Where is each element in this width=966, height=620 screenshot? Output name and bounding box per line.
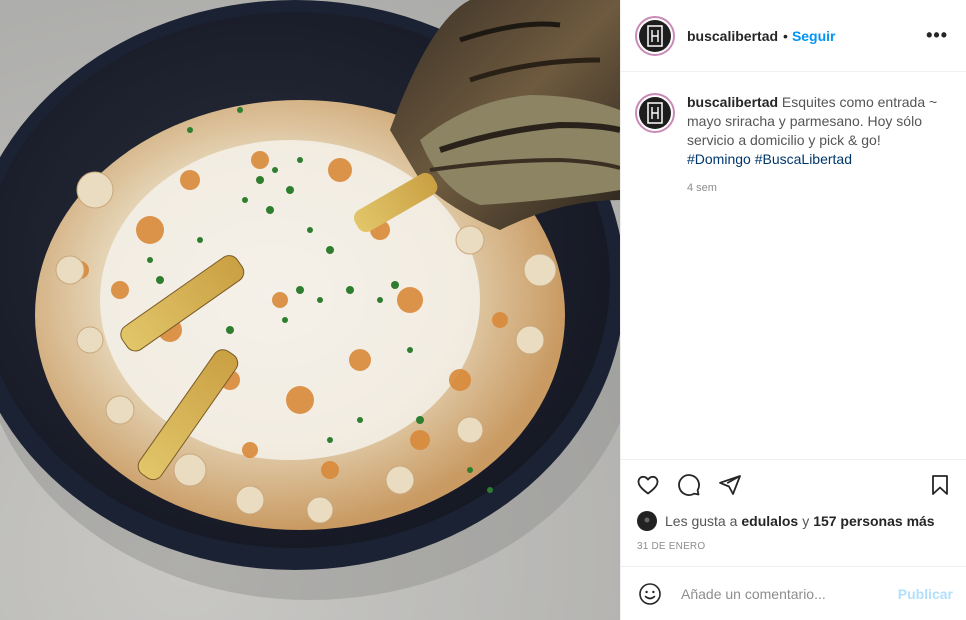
action-bar	[621, 460, 966, 510]
caption-username[interactable]: buscalibertad	[687, 94, 778, 110]
more-options-icon[interactable]: •••	[926, 25, 952, 46]
heart-icon[interactable]	[635, 472, 661, 498]
instagram-post: buscalibertad • Seguir ••• buscalibertad	[0, 0, 966, 620]
post-date[interactable]: 31 DE ENERO	[621, 541, 966, 552]
food-photo-illustration	[0, 0, 620, 620]
author-username[interactable]: buscalibertad	[687, 28, 778, 44]
follow-button[interactable]: Seguir	[792, 28, 836, 44]
caption-avatar[interactable]	[635, 93, 675, 133]
author-avatar[interactable]	[635, 15, 675, 56]
brand-logo-icon	[647, 24, 663, 47]
comments-section[interactable]: buscalibertad Esquites como entrada ~ ma…	[621, 73, 966, 459]
post-footer: Les gusta a edulalos y 157 personas más …	[621, 459, 966, 552]
emoji-icon[interactable]	[637, 581, 663, 607]
separator-dot: •	[783, 27, 788, 44]
add-comment-bar: Publicar	[621, 566, 966, 620]
publish-button[interactable]: Publicar	[898, 586, 953, 602]
liker-username[interactable]: edulalos	[741, 513, 798, 529]
post-side-panel: buscalibertad • Seguir ••• buscalibertad	[620, 0, 966, 620]
comment-icon[interactable]	[676, 472, 702, 498]
share-icon[interactable]	[717, 472, 743, 498]
liker-avatar[interactable]	[637, 511, 657, 531]
caption-age: 4 sem	[687, 182, 717, 194]
bookmark-icon[interactable]	[927, 472, 953, 498]
brand-logo-icon	[647, 102, 663, 124]
post-photo[interactable]	[0, 0, 620, 620]
post-header: buscalibertad • Seguir •••	[621, 0, 966, 72]
likes-count[interactable]: 157 personas más	[813, 513, 934, 529]
likes-connector: y	[802, 513, 810, 529]
hashtag-link[interactable]: #BuscaLibertad	[755, 151, 852, 167]
post-caption: buscalibertad Esquites como entrada ~ ma…	[621, 73, 966, 198]
caption-body: buscalibertad Esquites como entrada ~ ma…	[687, 93, 947, 198]
hashtag-link[interactable]: #Domingo	[687, 151, 751, 167]
likes-prefix: Les gusta a	[665, 513, 738, 529]
likes-summary[interactable]: Les gusta a edulalos y 157 personas más	[621, 510, 966, 532]
comment-input[interactable]	[679, 584, 883, 603]
